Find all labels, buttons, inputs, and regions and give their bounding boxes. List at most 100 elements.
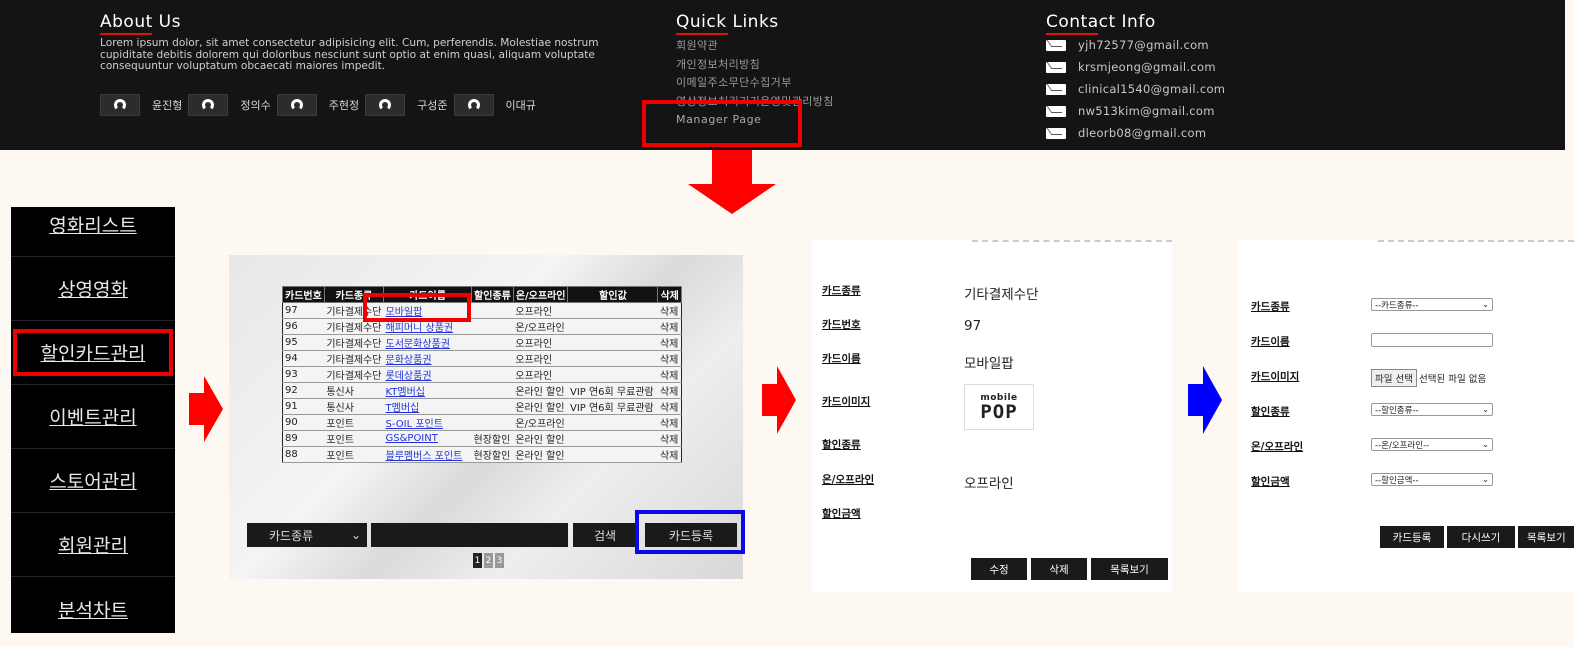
delete-link[interactable]: 삭제 [657,414,682,431]
card-detail-panel: 카드종류 기타결제수단 카드번호 97 카드이름 모바일팝 카드이미지 mobi… [812,240,1172,592]
sidebar-item-store[interactable]: 스토어관리 [11,449,175,513]
card-name-link[interactable]: 블루멤버스 포인트 [383,446,472,463]
table-header-row: 카드번호 카드종류 카드이름 할인종류 온/오프라인 할인값 삭제 [282,286,682,303]
table-row: 97 기타결제수단 모바일팝 오프라인 삭제 [282,302,682,319]
mail-icon [1046,39,1066,51]
sidebar-item-members[interactable]: 회원관리 [11,513,175,577]
highlight-register-button [635,510,745,554]
card-image-file-input[interactable]: 파일 선택 선택된 파일 없음 [1371,369,1486,387]
discount-amount-select[interactable]: --할인금액-- [1371,473,1493,486]
card-name-link[interactable]: KT멤버십 [383,382,472,399]
value-online-offline: 오프라인 [964,476,1014,492]
member-name: 이대규 [505,99,536,112]
contact-email[interactable]: clinical1540@gmail.com [1046,82,1225,96]
list-button[interactable]: 목록보기 [1518,526,1574,548]
sidebar-item-now-showing[interactable]: 상영영화 [11,257,175,321]
card-list-panel: 카드번호 카드종류 카드이름 할인종류 온/오프라인 할인값 삭제 97 기타결제… [229,255,745,579]
github-icon[interactable] [453,94,494,116]
contact-email[interactable]: nw513kim@gmail.com [1046,104,1215,118]
search-input[interactable] [371,523,568,547]
sidebar-item-events[interactable]: 이벤트관리 [11,385,175,449]
delete-link[interactable]: 삭제 [657,382,682,399]
search-button[interactable]: 검색 [573,523,637,547]
register-button[interactable]: 카드등록 [1380,526,1444,548]
table-cell: 91 [282,398,325,415]
table-cell [471,350,514,367]
member-name: 윤진형 [152,99,183,112]
sidebar-item-movie-list[interactable]: 영화리스트 [11,193,175,257]
page-number[interactable]: 3 [495,553,504,568]
card-name-link[interactable]: T멤버십 [383,398,472,415]
contact-title: Contact Info [1046,12,1156,35]
delete-link[interactable]: 삭제 [657,350,682,367]
table-cell: 90 [282,414,325,431]
label-discount-amount: 할인금액 [1251,476,1290,488]
table-cell: 온라인 할인 [513,446,568,463]
table-row: 92 통신사 KT멤버십 온라인 할인 VIP 연6회 무료관람 삭제 [282,382,682,399]
page-number[interactable]: 1 [473,553,482,568]
online-offline-select[interactable]: --온/오프라인-- [1371,438,1493,451]
delete-link[interactable]: 삭제 [657,366,682,383]
quick-link-item[interactable]: 회원약관 [676,37,718,53]
card-name-link[interactable]: 도서문화상품권 [383,334,472,351]
table-cell: 89 [282,430,325,447]
github-icon[interactable] [276,94,317,116]
card-table: 카드번호 카드종류 카드이름 할인종류 온/오프라인 할인값 삭제 97 기타결제… [282,286,682,463]
table-cell: 온라인 할인 [513,430,568,447]
card-name-link[interactable]: GS&POINT [383,430,472,447]
contact-email[interactable]: dleorb08@gmail.com [1046,126,1206,140]
card-name-link[interactable]: S-OIL 포인트 [383,414,472,431]
table-cell: 오프라인 [513,350,568,367]
table-row: 91 통신사 T멤버십 온라인 할인 VIP 연6회 무료관람 삭제 [282,398,682,415]
table-cell: 포인트 [324,446,384,463]
github-icon[interactable] [188,94,229,116]
table-cell [567,366,658,383]
label-card-image: 카드이미지 [1251,371,1300,383]
member-name: 정의수 [240,99,271,112]
table-cell: 현장할인 [471,430,514,447]
divider [972,240,1172,242]
table-row: 96 기타결제수단 해피머니 상품권 온/오프라인 삭제 [282,318,682,335]
reset-button[interactable]: 다시쓰기 [1447,526,1515,548]
card-type-select[interactable]: --카드종류-- [1371,298,1493,311]
delete-button[interactable]: 삭제 [1031,558,1087,580]
file-status: 선택된 파일 없음 [1418,374,1487,385]
col-header: 온/오프라인 [512,286,569,303]
table-row: 95 기타결제수단 도서문화상품권 오프라인 삭제 [282,334,682,351]
arrow-down-icon [688,150,776,214]
table-cell: 오프라인 [513,366,568,383]
table-cell [471,398,514,415]
card-type-select[interactable]: 카드종류 ⌄ [247,523,367,547]
table-cell: 통신사 [324,398,384,415]
card-name-input[interactable] [1371,333,1493,347]
quick-link-item[interactable]: 개인정보처리방침 [676,56,760,72]
table-cell [471,302,514,319]
delete-link[interactable]: 삭제 [657,302,682,319]
card-name-link[interactable]: 문화상품권 [383,350,472,367]
file-select-button[interactable]: 파일 선택 [1371,369,1417,387]
delete-link[interactable]: 삭제 [657,430,682,447]
table-cell: 기타결제수단 [324,334,384,351]
contact-email[interactable]: yjh72577@gmail.com [1046,38,1209,52]
edit-button[interactable]: 수정 [971,558,1027,580]
page-number[interactable]: 2 [484,553,493,568]
table-cell [471,382,514,399]
highlight-card-name [363,293,471,322]
delete-link[interactable]: 삭제 [657,446,682,463]
sidebar-item-analytics[interactable]: 분석차트 [11,577,175,641]
github-icon[interactable] [100,94,140,116]
discount-type-select[interactable]: --할인종류-- [1371,403,1493,416]
table-cell: 96 [282,318,325,335]
card-name-link[interactable]: 롯데상품권 [383,366,472,383]
list-button[interactable]: 목록보기 [1091,558,1168,580]
github-icon[interactable] [365,94,406,116]
label-discount-amount: 할인금액 [822,508,861,520]
contact-email[interactable]: krsmjeong@gmail.com [1046,60,1216,74]
value-card-type: 기타결제수단 [964,287,1039,303]
delete-link[interactable]: 삭제 [657,334,682,351]
delete-link[interactable]: 삭제 [657,398,682,415]
quick-link-item[interactable]: 이메일주소무단수집거부 [676,74,792,90]
delete-link[interactable]: 삭제 [657,318,682,335]
table-cell: 포인트 [324,430,384,447]
label-discount-type: 할인종류 [1251,406,1290,418]
